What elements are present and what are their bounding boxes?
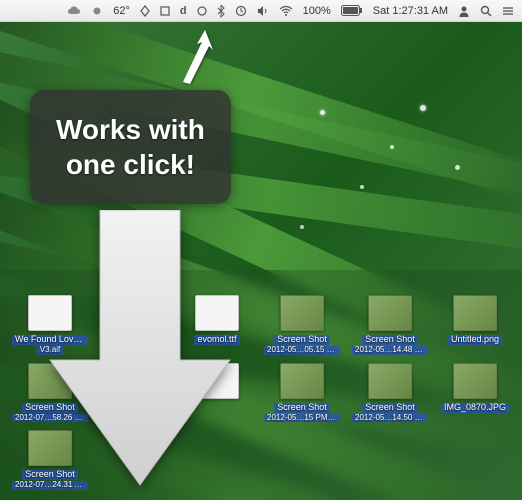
- file-label: Screen Shot: [362, 403, 418, 413]
- time-machine-icon[interactable]: [233, 0, 249, 21]
- datetime-text: Sat 1:27:31 AM: [371, 0, 450, 21]
- file-sublabel: 2012-05…05.15 PM: [264, 346, 340, 355]
- wifi-icon[interactable]: [277, 0, 295, 21]
- notification-center-icon[interactable]: [500, 0, 516, 21]
- file-sublabel: 2012-05…15 PM (2): [264, 414, 340, 423]
- desktop-file-item[interactable]: IMG_0870.JPG: [440, 363, 510, 423]
- volume-icon[interactable]: [255, 0, 271, 21]
- battery-percent-text: 100%: [301, 0, 333, 21]
- desktop-file-item[interactable]: Untitled.png: [440, 295, 510, 355]
- big-down-arrow-graphic: [45, 210, 235, 490]
- file-label: Screen Shot: [274, 403, 330, 413]
- file-icon: [368, 363, 412, 399]
- file-sublabel: 2012-05…14.48 PM: [352, 346, 428, 355]
- menu-extra-icon-3[interactable]: [195, 0, 209, 21]
- menu-extra-icon-1[interactable]: [138, 0, 152, 21]
- callout-panel: Works with one click!: [30, 90, 231, 204]
- weather-icon[interactable]: [89, 0, 105, 21]
- user-icon[interactable]: [456, 0, 472, 21]
- desktop-file-item[interactable]: Screen Shot2012-05…05.15 PM: [264, 295, 340, 355]
- pointer-arrow-graphic: [155, 24, 225, 94]
- battery-icon[interactable]: [339, 0, 365, 21]
- callout-line-1: Works with: [56, 112, 205, 147]
- cloud-icon[interactable]: [65, 0, 83, 21]
- spotlight-icon[interactable]: [478, 0, 494, 21]
- file-icon: [453, 363, 497, 399]
- desktop-file-item[interactable]: Screen Shot2012-05…14.48 PM: [352, 295, 428, 355]
- file-label: Untitled.png: [448, 335, 502, 345]
- file-icon: [280, 363, 324, 399]
- menubar: 62° d 100% Sat 1:27:31 AM: [0, 0, 522, 22]
- desktop-file-item[interactable]: Screen Shot2012-05…14.50 PM: [352, 363, 428, 423]
- temperature-text: 62°: [111, 0, 132, 21]
- file-icon: [280, 295, 324, 331]
- menu-extra-icon-2[interactable]: [158, 0, 172, 21]
- menu-extra-d-icon[interactable]: d: [178, 0, 189, 21]
- desktop-file-item[interactable]: Screen Shot2012-05…15 PM (2): [264, 363, 340, 423]
- file-label: IMG_0870.JPG: [441, 403, 509, 413]
- file-label: Screen Shot: [274, 335, 330, 345]
- file-icon: [368, 295, 412, 331]
- callout-line-2: one click!: [56, 147, 205, 182]
- file-label: Screen Shot: [362, 335, 418, 345]
- file-icon: [453, 295, 497, 331]
- file-sublabel: 2012-05…14.50 PM: [352, 414, 428, 423]
- bluetooth-icon[interactable]: [215, 0, 227, 21]
